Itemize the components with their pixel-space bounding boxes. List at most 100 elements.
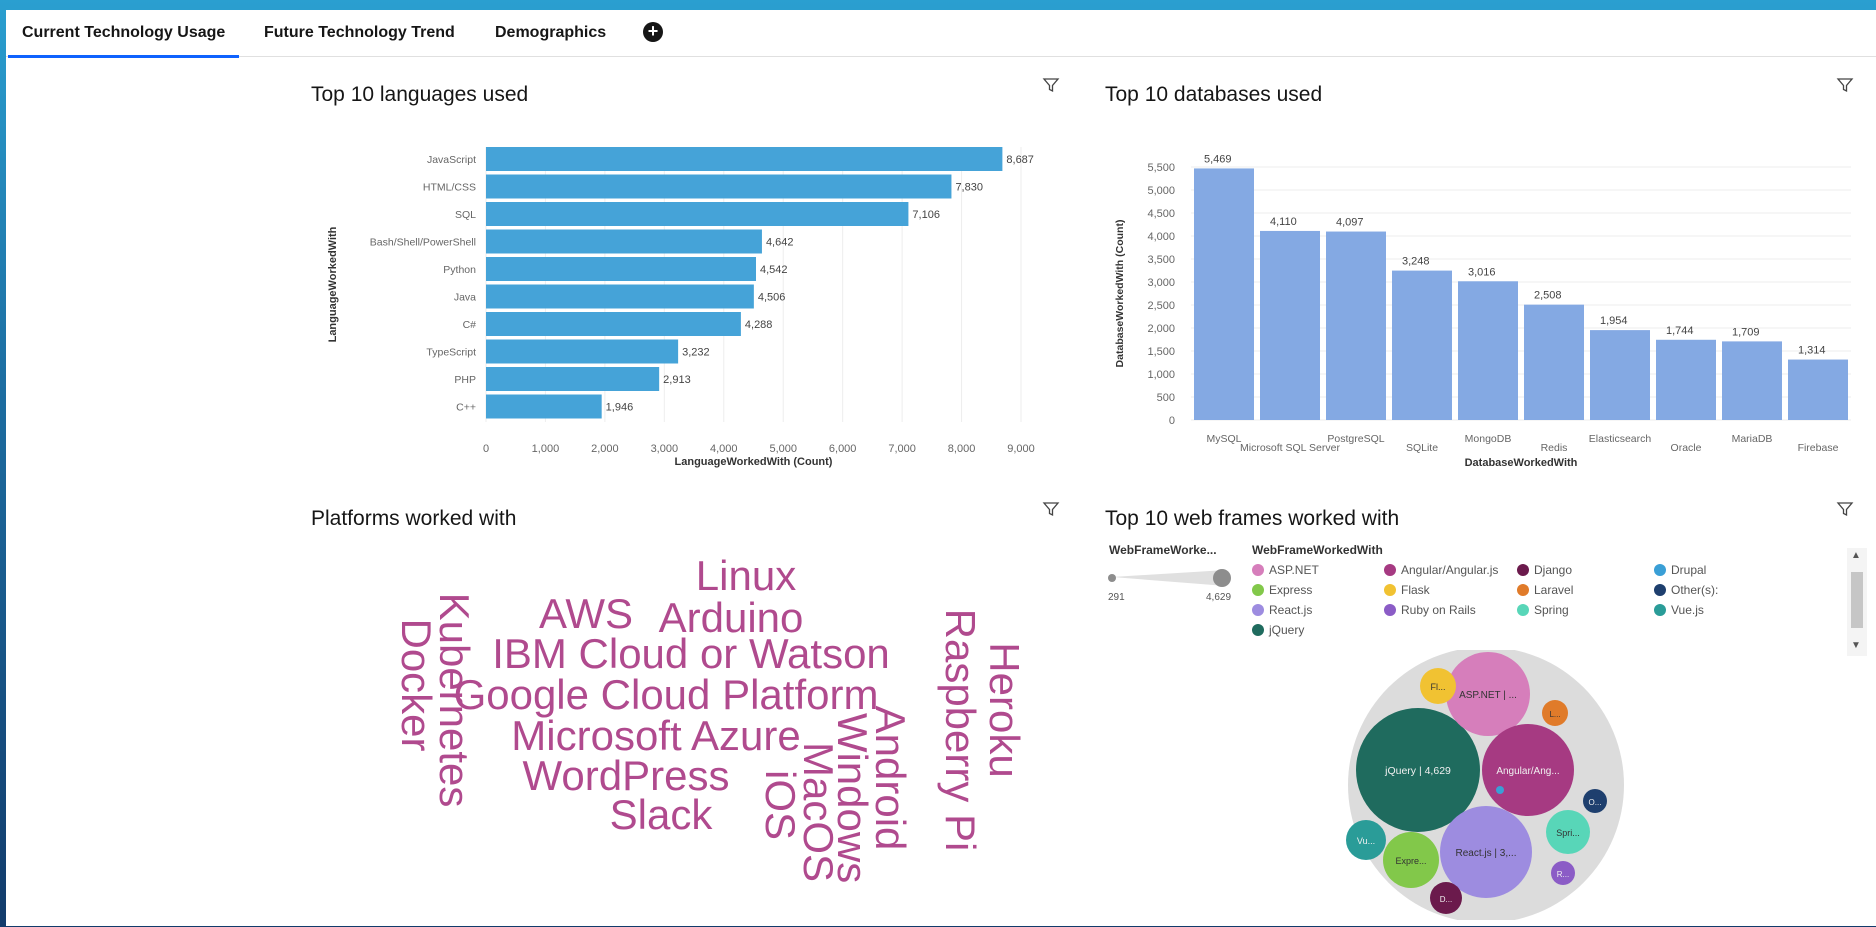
legend-item[interactable]: Django — [1517, 563, 1572, 577]
platforms-chart-title: Platforms worked with — [311, 507, 517, 530]
x-tick-label: MongoDB — [1465, 433, 1512, 445]
y-tick-label: 2,000 — [1147, 323, 1175, 335]
bar-value-label: 4,506 — [758, 292, 786, 304]
size-legend-max-label: 4,629 — [1206, 592, 1232, 603]
bar[interactable] — [486, 147, 1003, 171]
bubble-label: D... — [1440, 895, 1452, 904]
legend-item[interactable]: Vue.js — [1654, 603, 1704, 617]
word-cloud-word[interactable]: iOS — [757, 770, 804, 840]
bar[interactable] — [486, 202, 909, 226]
bar-value-label: 7,106 — [912, 209, 940, 221]
word-cloud-word[interactable]: Slack — [610, 791, 714, 838]
legend-label: Angular/Angular.js — [1401, 563, 1499, 577]
bar[interactable] — [1590, 330, 1650, 420]
legend-item[interactable]: Spring — [1517, 603, 1569, 617]
y-tick-label: Bash/Shell/PowerShell — [370, 237, 476, 249]
y-axis-label: DatabaseWorkedWith (Count) — [1114, 220, 1126, 368]
legend-label: Flask — [1401, 583, 1430, 597]
bar-value-label: 4,097 — [1336, 217, 1364, 229]
y-tick-label: TypeScript — [426, 347, 476, 359]
bar-value-label: 4,642 — [766, 237, 794, 249]
legend-label: Spring — [1534, 603, 1569, 617]
legend-label: Vue.js — [1671, 603, 1704, 617]
y-tick-label: Java — [454, 292, 476, 304]
bar[interactable] — [1194, 168, 1254, 420]
filter-icon[interactable] — [1042, 500, 1060, 518]
scroll-up-icon[interactable]: ▲ — [1851, 550, 1861, 561]
y-tick-label: 3,000 — [1147, 277, 1175, 289]
legend-swatch — [1654, 564, 1666, 576]
y-tick-label: 5,500 — [1147, 162, 1175, 174]
legend-item[interactable]: Express — [1252, 583, 1312, 597]
size-legend-max-handle[interactable] — [1213, 569, 1231, 587]
bar[interactable] — [1656, 339, 1716, 420]
legend-swatch — [1384, 604, 1396, 616]
bar-value-label: 2,508 — [1534, 290, 1562, 302]
x-tick-label: Oracle — [1671, 442, 1702, 454]
bubble-label: React.js | 3,... — [1456, 848, 1517, 859]
bar[interactable] — [486, 174, 952, 199]
legend-swatch — [1252, 604, 1264, 616]
bar[interactable] — [1392, 270, 1452, 420]
legend-item[interactable]: Angular/Angular.js — [1384, 563, 1498, 577]
filter-icon[interactable] — [1836, 76, 1854, 94]
legend-item[interactable]: React.js — [1252, 603, 1312, 617]
bubble-label: Angular/Ang... — [1496, 766, 1559, 777]
legend-item[interactable]: Laravel — [1517, 583, 1573, 597]
legend-label: Express — [1269, 583, 1313, 597]
tab-future-technology-trend[interactable]: Future Technology Trend — [264, 24, 455, 42]
bar[interactable] — [1722, 341, 1782, 420]
word-cloud-word[interactable]: Linux — [696, 552, 796, 599]
legend-item[interactable]: Drupal — [1654, 563, 1706, 577]
legend-label: React.js — [1269, 603, 1313, 617]
bar[interactable] — [1788, 359, 1848, 420]
y-tick-label: 4,000 — [1147, 231, 1175, 243]
legend-item[interactable]: jQuery — [1252, 623, 1304, 637]
bar[interactable] — [486, 339, 679, 364]
legend-item[interactable]: Other(s): — [1654, 583, 1718, 597]
bar[interactable] — [1326, 231, 1386, 420]
y-tick-label: 500 — [1157, 392, 1175, 404]
bar-value-label: 1,946 — [606, 402, 634, 414]
bar[interactable] — [486, 257, 756, 281]
scrollbar-thumb[interactable] — [1851, 572, 1863, 628]
filter-icon[interactable] — [1836, 500, 1854, 518]
bar[interactable] — [1524, 304, 1584, 420]
legend-item[interactable]: Ruby on Rails — [1384, 603, 1476, 617]
word-cloud-word[interactable]: IBM Cloud or Watson — [492, 630, 890, 677]
x-tick-label: MariaDB — [1732, 433, 1773, 445]
tab-bar: Current Technology Usage Future Technolo… — [6, 10, 1876, 58]
x-tick-label: 7,000 — [888, 443, 916, 455]
word-cloud-word[interactable]: Google Cloud Platform — [454, 671, 879, 718]
scroll-down-icon[interactable]: ▼ — [1851, 640, 1861, 651]
bar[interactable] — [486, 312, 741, 336]
webframes-chart-title: Top 10 web frames worked with — [1105, 507, 1400, 530]
legend-label: Laravel — [1534, 583, 1574, 597]
bar[interactable] — [486, 394, 602, 419]
plus-circle-icon[interactable]: + — [643, 22, 663, 42]
bar[interactable] — [486, 284, 754, 309]
size-legend-min-handle[interactable] — [1108, 574, 1116, 582]
x-axis-label: DatabaseWorkedWith — [1465, 457, 1578, 469]
bubble[interactable] — [1496, 786, 1504, 794]
legend-label: jQuery — [1269, 623, 1305, 637]
word-cloud-word[interactable]: Docker — [393, 618, 440, 751]
tab-current-technology-usage[interactable]: Current Technology Usage — [7, 24, 240, 58]
bar-value-label: 4,288 — [745, 319, 773, 331]
bar[interactable] — [486, 367, 660, 391]
bar[interactable] — [1260, 230, 1320, 420]
x-tick-label: MySQL — [1206, 433, 1241, 445]
x-tick-label: 1,000 — [532, 443, 560, 455]
size-legend-title: WebFrameWorke... — [1109, 543, 1217, 557]
filter-icon[interactable] — [1042, 76, 1060, 94]
legend-item[interactable]: Flask — [1384, 583, 1430, 597]
legend-swatch — [1252, 564, 1264, 576]
legend-swatch — [1252, 584, 1264, 596]
legend-item[interactable]: ASP.NET — [1252, 563, 1319, 577]
word-cloud-word[interactable]: Heroku — [981, 642, 1028, 777]
tab-demographics[interactable]: Demographics — [495, 24, 606, 42]
bar[interactable] — [1458, 281, 1518, 420]
legend-scrollbar[interactable]: ▲ ▼ — [1847, 548, 1867, 656]
bar[interactable] — [486, 229, 762, 254]
word-cloud-word[interactable]: Raspberry Pi — [937, 609, 984, 852]
